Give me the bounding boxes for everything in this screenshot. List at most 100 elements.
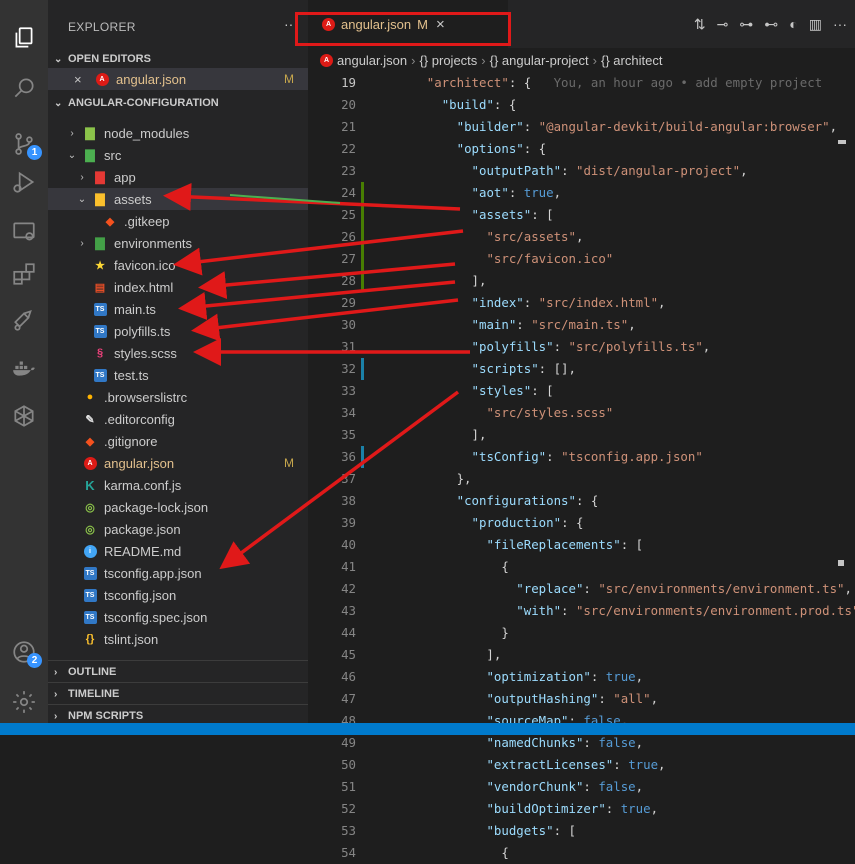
folder-assets-icon: ▇ — [95, 192, 105, 206]
line-number: 46 — [341, 669, 356, 684]
breadcrumb-item[interactable]: {} architect — [601, 53, 662, 68]
line-number: 43 — [341, 603, 356, 618]
chevron-right-icon: › — [70, 127, 74, 139]
line-number: 37 — [341, 471, 356, 486]
tree-item[interactable]: Aangular.json M — [48, 452, 308, 474]
project-folder-label: ANGULAR-CONFIGURATION — [68, 97, 219, 109]
split-editor-icon[interactable]: ▥ — [809, 16, 822, 33]
open-editor-item[interactable]: × A angular.json M — [48, 68, 308, 90]
code-line: "outputPath": "dist/angular-project", — [471, 163, 748, 178]
code-line: "tsConfig": "tsconfig.app.json" — [471, 449, 703, 464]
tree-item[interactable]: ◎ package-lock.json — [48, 496, 308, 518]
git-next-icon[interactable]: ⊷ — [764, 16, 778, 33]
explorer-title: EXPLORER — [68, 20, 136, 34]
explorer-icon[interactable] — [8, 22, 40, 54]
line-number: 28 — [341, 273, 356, 288]
tree-item[interactable]: TS tsconfig.spec.json — [48, 606, 308, 628]
line-number: 38 — [341, 493, 356, 508]
line-number: 42 — [341, 581, 356, 596]
tree-item-label: favicon.ico — [114, 257, 176, 273]
tree-item-label: tsconfig.app.json — [104, 565, 202, 581]
tree-item[interactable]: § styles.scss — [48, 342, 308, 364]
source-control-icon[interactable]: 1 — [8, 128, 42, 160]
tree-item[interactable]: {} tslint.json — [48, 628, 308, 650]
tree-item[interactable]: › ▇ node_modules — [48, 122, 308, 144]
tree-item-label: src — [104, 147, 122, 163]
manage-gear-icon[interactable] — [8, 686, 40, 718]
run-debug-icon[interactable] — [8, 166, 40, 198]
explorer-sidebar: EXPLORER ··· ⌄ OPEN EDITORS × A angular.… — [48, 0, 308, 735]
tree-item-label: .editorconfig — [104, 411, 175, 427]
project-folder-header[interactable]: ⌄ ANGULAR-CONFIGURATION — [48, 92, 308, 114]
code-line: "styles": [ — [471, 383, 554, 398]
timeline-icon[interactable]: ◐ — [789, 16, 797, 33]
line-number: 21 — [341, 119, 356, 134]
tree-item[interactable]: ▤ index.html — [48, 276, 308, 298]
breadcrumb-item[interactable]: {} projects — [419, 53, 477, 68]
tree-item[interactable]: ⌄ ▇ src — [48, 144, 308, 166]
line-number: 34 — [341, 405, 356, 420]
angular-icon: A — [82, 455, 98, 471]
remote-explorer-icon[interactable] — [8, 216, 40, 248]
tree-item-label: app — [114, 169, 136, 185]
tree-item[interactable]: TS tsconfig.json — [48, 584, 308, 606]
code-line: ], — [382, 273, 487, 288]
tsconfig-icon: TS — [82, 565, 98, 581]
tree-item[interactable]: ★ favicon.ico — [48, 254, 308, 276]
line-number: 44 — [341, 625, 356, 640]
tree-item-label: angular.json — [104, 455, 175, 471]
tree-item[interactable]: i README.md — [48, 540, 308, 562]
outline-header[interactable]: › OUTLINE — [48, 660, 308, 683]
tree-item-label: node_modules — [104, 125, 190, 141]
breadcrumb-item[interactable]: angular.json — [337, 53, 407, 68]
npm-icon: ◎ — [85, 523, 95, 536]
tree-item[interactable]: ⌄ ▇ assets — [48, 188, 308, 210]
angular-icon: A — [320, 53, 333, 67]
gitlens-icon[interactable] — [8, 400, 40, 432]
tsconfig-icon: TS — [82, 609, 98, 625]
accounts-icon[interactable]: 2 — [8, 636, 42, 668]
html-icon: ▤ — [94, 281, 106, 294]
tree-item[interactable]: ◆ .gitkeep — [48, 210, 308, 232]
extensions-icon[interactable] — [8, 258, 40, 290]
tree-item-label: assets — [114, 191, 152, 207]
code-line: "with": "src/environments/environment.pr… — [516, 603, 855, 618]
tree-item[interactable]: TS main.ts — [48, 298, 308, 320]
git-gutter-marker — [361, 248, 364, 270]
chevron-down-icon: ⌄ — [54, 53, 63, 65]
search-icon[interactable] — [8, 72, 40, 104]
tree-item[interactable]: TS tsconfig.app.json — [48, 562, 308, 584]
compare-changes-icon[interactable]: ⇅ — [694, 16, 706, 33]
folder-src-icon: ▇ — [85, 148, 95, 162]
git-commit-icon[interactable]: ⊸ — [717, 16, 729, 33]
tree-item[interactable]: ✎ .editorconfig — [48, 408, 308, 430]
tree-item[interactable]: TS polyfills.ts — [48, 320, 308, 342]
git-gutter-marker — [361, 226, 364, 248]
editorconfig-icon: ✎ — [85, 413, 95, 426]
tree-item[interactable]: ● .browserslistrc — [48, 386, 308, 408]
close-icon[interactable]: × — [74, 72, 88, 87]
docker-icon[interactable] — [8, 352, 40, 384]
more-icon[interactable]: ··· — [833, 16, 847, 33]
live-share-icon[interactable] — [8, 304, 40, 336]
timeline-header[interactable]: › TIMELINE — [48, 682, 308, 705]
line-number: 20 — [341, 97, 356, 112]
minimap-marker — [838, 560, 844, 566]
tab-bar: A angular.json M × ⇅ ⊸ ⊶ ⊷ ◐ ▥ ··· — [295, 0, 855, 48]
tree-item[interactable]: › ▇ app — [48, 166, 308, 188]
minimap-marker — [838, 140, 846, 144]
tree-item[interactable]: ◎ package.json — [48, 518, 308, 540]
tree-item-label: package.json — [104, 521, 181, 537]
tree-item[interactable]: Kkarma.conf.js — [48, 474, 308, 496]
open-editors-header[interactable]: ⌄ OPEN EDITORS — [48, 48, 308, 70]
line-number: 19 — [341, 75, 356, 90]
highlight-box — [295, 12, 511, 46]
tree-item-label: tsconfig.spec.json — [104, 609, 208, 625]
tree-item[interactable]: ◆ .gitignore — [48, 430, 308, 452]
git-gutter-marker — [361, 270, 364, 292]
tree-item[interactable]: › ▇ environments — [48, 232, 308, 254]
tree-item[interactable]: TS test.ts — [48, 364, 308, 386]
code-editor[interactable]: 19 "architect": { You, an hour ago • add… — [308, 72, 855, 860]
breadcrumb-item[interactable]: {} angular-project — [490, 53, 589, 68]
git-previous-icon[interactable]: ⊶ — [739, 16, 753, 33]
